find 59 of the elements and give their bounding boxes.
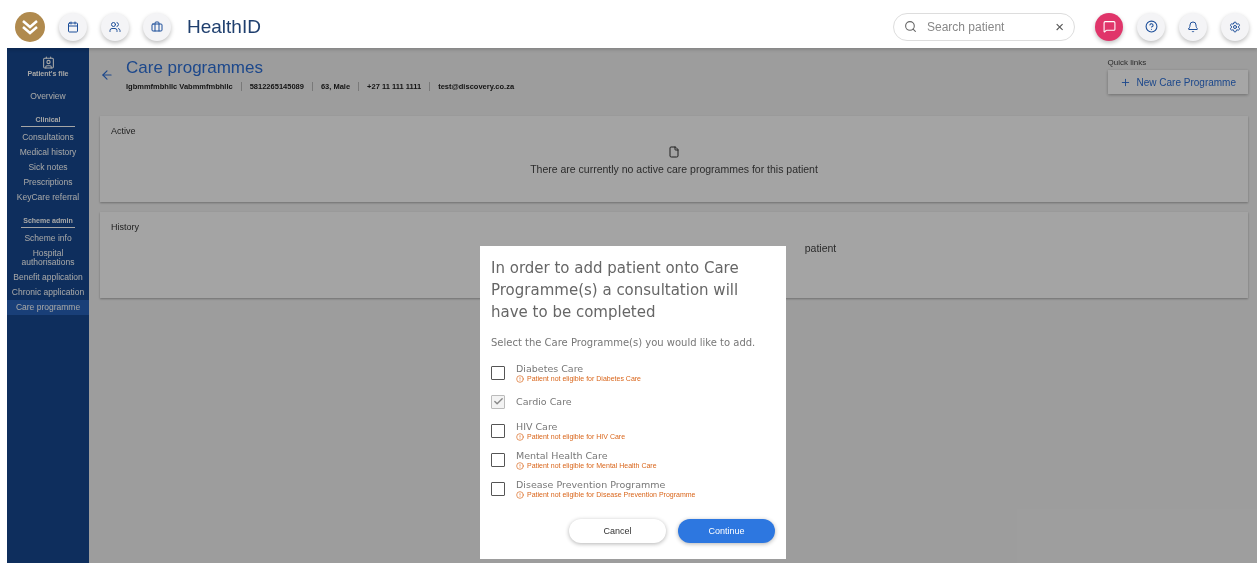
help-icon xyxy=(1144,20,1158,33)
people-button[interactable] xyxy=(101,12,129,41)
sidebar-item[interactable]: Medical history xyxy=(7,145,89,160)
sidebar-item[interactable]: Hospital authorisations xyxy=(7,246,89,270)
warning-icon xyxy=(516,374,524,383)
briefcase-button[interactable] xyxy=(143,12,171,41)
checkbox[interactable] xyxy=(491,423,505,438)
bell-button[interactable] xyxy=(1179,12,1207,41)
settings-icon xyxy=(1229,20,1241,33)
sidebar-item[interactable]: Benefit application xyxy=(7,270,89,285)
sidebar-item[interactable]: Care programme xyxy=(7,300,89,315)
sidebar-item[interactable]: Scheme info xyxy=(7,231,89,246)
settings-button[interactable] xyxy=(1221,12,1249,41)
briefcase-icon xyxy=(151,20,163,33)
checkbox[interactable] xyxy=(491,452,505,467)
cancel-button[interactable]: Cancel xyxy=(569,519,666,543)
patient-file-icon xyxy=(41,56,55,69)
quick-links-label: Quick links xyxy=(1107,58,1148,67)
checkbox[interactable] xyxy=(491,394,505,409)
help-button[interactable] xyxy=(1137,12,1165,41)
document-icon xyxy=(668,146,680,158)
checkbox[interactable] xyxy=(491,365,505,380)
option-label: Disease Prevention Programme xyxy=(516,478,667,490)
option-label: Cardio Care xyxy=(516,396,572,407)
dialog-title: In order to add patient onto Care Programme(s) a consultation will have to be completed xyxy=(491,258,740,323)
calendar-button[interactable] xyxy=(59,12,87,41)
back-icon[interactable] xyxy=(100,68,114,82)
sidebar-item[interactable]: Sick notes xyxy=(7,160,89,175)
option-label: Mental Health Care xyxy=(516,449,609,461)
option-label: Diabetes Care xyxy=(516,362,585,374)
dialog-prompt: Select the Care Programme(s) you would like to add. xyxy=(491,337,757,348)
sidebar-item[interactable]: Prescriptions xyxy=(7,175,89,190)
checkbox[interactable] xyxy=(491,481,505,496)
warning-icon xyxy=(516,432,524,441)
app-title: HealthID xyxy=(187,15,261,38)
empty-message: patient xyxy=(804,242,837,254)
sidebar-item[interactable]: Overview xyxy=(7,89,89,104)
option-label: HIV Care xyxy=(516,420,559,432)
logo-icon[interactable] xyxy=(15,11,45,42)
warning-icon xyxy=(516,461,524,470)
empty-message: There are currently no active care programmes for this patient xyxy=(530,163,818,175)
new-care-programme-button[interactable]: New Care Programme xyxy=(1107,70,1248,94)
sidebar-item[interactable]: Chronic application xyxy=(7,285,89,300)
people-icon xyxy=(109,20,121,33)
clear-button[interactable]: × xyxy=(1055,18,1064,35)
chat-button[interactable] xyxy=(1095,12,1123,41)
check-icon xyxy=(492,396,504,407)
card-title: Active xyxy=(111,126,137,136)
card-title: History xyxy=(111,222,140,232)
sidebar-item[interactable]: KeyCare referral xyxy=(7,190,89,205)
warning-icon xyxy=(516,490,524,499)
chat-icon xyxy=(1102,20,1116,33)
page-title: Care programmes xyxy=(126,58,264,78)
calendar-icon xyxy=(67,20,79,33)
search-icon xyxy=(904,20,917,33)
sidebar-item[interactable]: Consultations xyxy=(7,130,89,145)
plus-icon xyxy=(1119,76,1131,88)
bell-icon xyxy=(1187,20,1199,33)
continue-button[interactable]: Continue xyxy=(678,519,775,543)
